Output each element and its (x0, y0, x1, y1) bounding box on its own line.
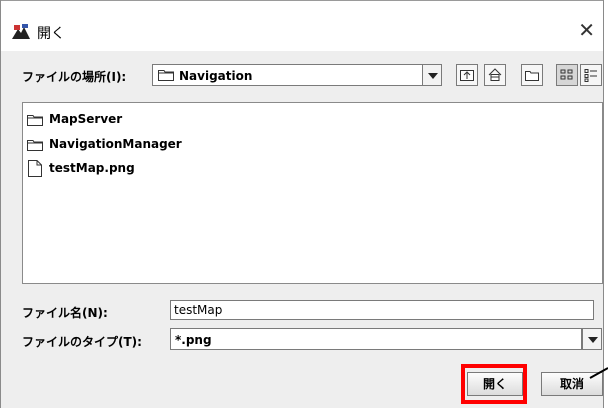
java-coffee-icon (11, 23, 31, 41)
look-in-combo[interactable]: Navigation (152, 64, 442, 86)
home-button[interactable] (484, 64, 506, 86)
details-view-icon (584, 69, 597, 82)
new-folder-icon (525, 71, 539, 81)
list-view-icon (560, 69, 573, 80)
file-type-dropdown-button[interactable] (582, 328, 602, 350)
file-type-value: *.png (175, 333, 212, 347)
folder-icon (27, 114, 43, 126)
open-dialog: 開く ✕ ファイルの場所(I): Navigation MapServer Na… (0, 0, 604, 408)
details-view-button[interactable] (580, 64, 602, 86)
file-name-text: testMap.png (49, 161, 135, 175)
file-type-select[interactable]: *.png (170, 328, 582, 350)
look-in-dropdown-button[interactable] (422, 64, 442, 86)
file-name-label: ファイル名(N): (22, 304, 108, 321)
look-in-value: Navigation (179, 69, 253, 83)
new-folder-button[interactable] (521, 64, 543, 86)
pointer-arrow-icon (589, 367, 608, 379)
file-name-text: MapServer (49, 112, 123, 126)
file-list[interactable]: MapServer NavigationManager testMap.png (22, 102, 603, 284)
file-icon (28, 160, 42, 177)
folder-icon (158, 69, 174, 81)
folder-icon (27, 139, 43, 151)
look-in-label: ファイルの場所(I): (22, 70, 127, 84)
close-icon[interactable]: ✕ (578, 18, 595, 42)
file-name-label-text: ファイル名(N): (22, 306, 108, 320)
title-bar: 開く ✕ (1, 0, 603, 51)
file-name-input[interactable] (170, 300, 594, 320)
open-button[interactable]: 開く (467, 372, 523, 396)
home-icon (488, 68, 502, 81)
up-folder-icon (460, 70, 474, 81)
list-view-button[interactable] (556, 64, 578, 86)
file-name-text: NavigationManager (49, 137, 182, 151)
file-type-label: ファイルのタイプ(T): (22, 335, 142, 349)
window-title: 開く (37, 26, 65, 42)
up-folder-button[interactable] (456, 64, 478, 86)
